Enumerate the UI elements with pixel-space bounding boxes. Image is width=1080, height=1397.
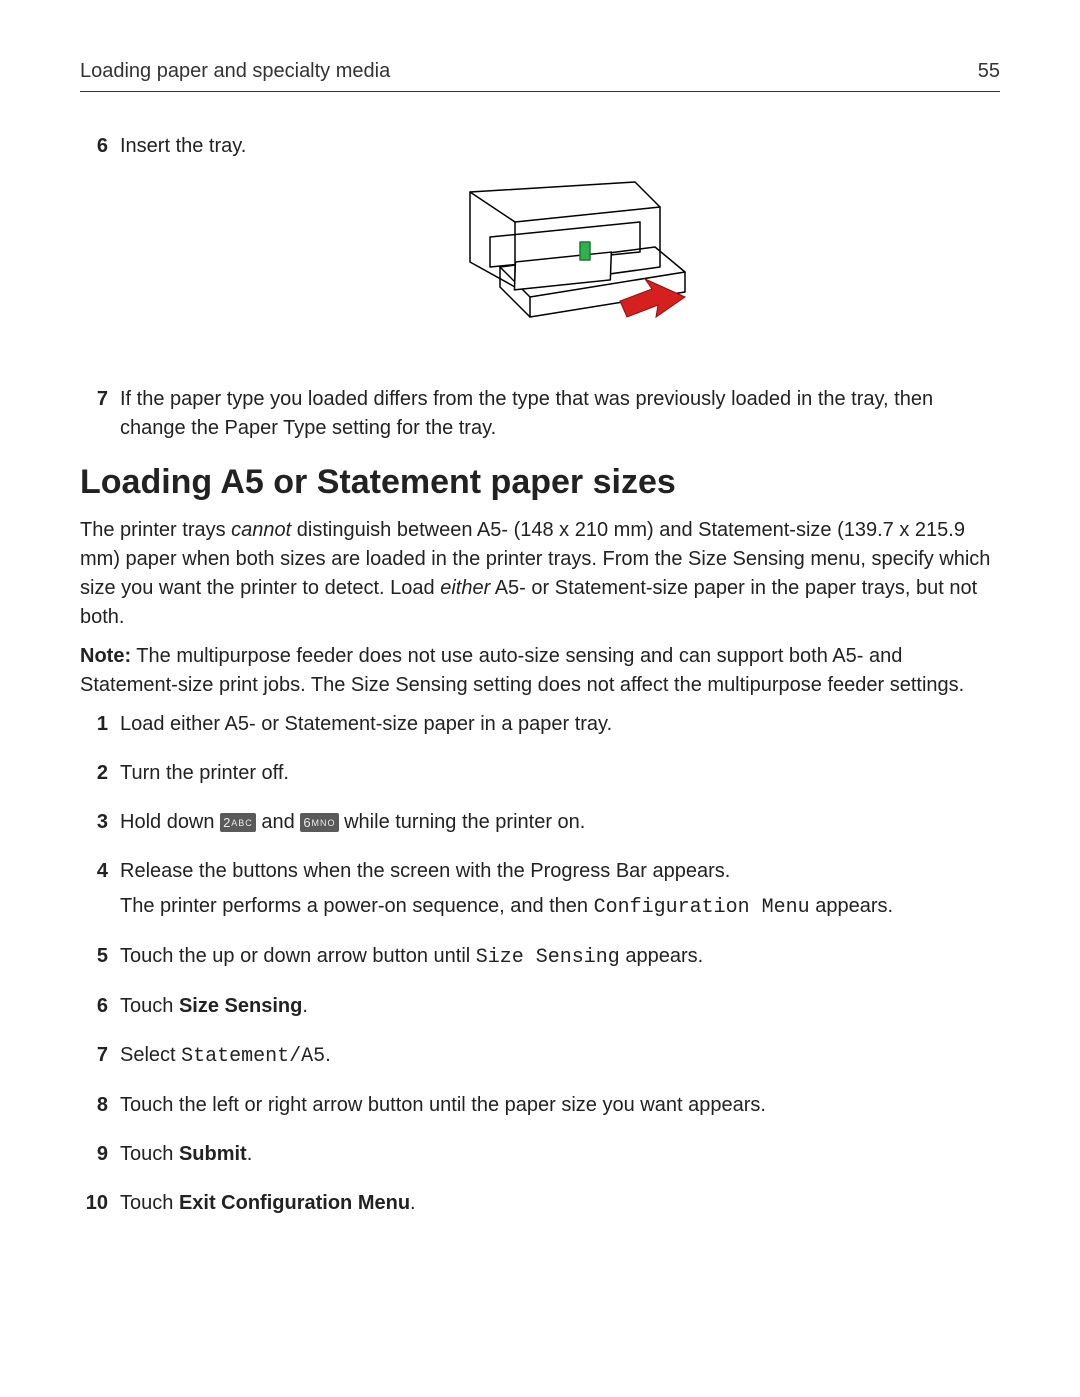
proc-step-2: 2 Turn the printer off.	[80, 759, 1000, 788]
step-7-change-paper-type: 7 If the paper type you loaded differs f…	[80, 385, 1000, 443]
step-number: 6	[80, 992, 108, 1021]
proc-step-4: 4 Release the buttons when the screen wi…	[80, 857, 1000, 922]
menu-name: Size Sensing	[476, 946, 620, 969]
continued-steps: 6 Insert the tray.	[80, 132, 1000, 443]
step-text: Insert the tray.	[120, 135, 246, 157]
proc-step-7: 7 Select Statement/A5.	[80, 1041, 1000, 1071]
step-text: Turn the printer off.	[120, 762, 289, 784]
step-subtext: The printer performs a power‑on sequence…	[120, 892, 1000, 922]
running-header: Loading paper and specialty media 55	[80, 60, 1000, 92]
running-header-title: Loading paper and specialty media	[80, 60, 390, 83]
step-6-insert-tray: 6 Insert the tray.	[80, 132, 1000, 365]
procedure-steps: 1 Load either A5‑ or Statement‑size pape…	[80, 710, 1000, 1218]
step-text: Load either A5‑ or Statement‑size paper …	[120, 713, 612, 735]
step-number: 10	[80, 1189, 108, 1218]
proc-step-6: 6 Touch Size Sensing.	[80, 992, 1000, 1021]
keypad-button-2: 2ABC	[220, 813, 256, 832]
page: Loading paper and specialty media 55 6 I…	[0, 0, 1080, 1397]
step-number: 7	[80, 1041, 108, 1071]
step-number: 7	[80, 385, 108, 443]
page-number: 55	[978, 60, 1000, 83]
proc-step-5: 5 Touch the up or down arrow button unti…	[80, 942, 1000, 972]
proc-step-3: 3 Hold down 2ABC and 6MNO while turning …	[80, 808, 1000, 837]
menu-name: Configuration Menu	[594, 896, 810, 919]
step-number: 1	[80, 710, 108, 739]
printer-tray-illustration	[430, 167, 690, 357]
step-number: 4	[80, 857, 108, 922]
menu-option: Statement/A5	[181, 1045, 325, 1068]
step-body: If the paper type you loaded differs fro…	[120, 385, 1000, 443]
note-label: Note:	[80, 645, 131, 667]
step-number: 2	[80, 759, 108, 788]
step-number: 5	[80, 942, 108, 972]
ui-label: Submit	[179, 1143, 247, 1165]
section-intro-paragraph: The printer trays cannot distinguish bet…	[80, 516, 1000, 632]
step-number: 3	[80, 808, 108, 837]
proc-step-10: 10 Touch Exit Configuration Menu.	[80, 1189, 1000, 1218]
step-text: If the paper type you loaded differs fro…	[120, 388, 933, 439]
section-heading: Loading A5 or Statement paper sizes	[80, 463, 1000, 502]
step-number: 6	[80, 132, 108, 365]
proc-step-8: 8 Touch the left or right arrow button u…	[80, 1091, 1000, 1120]
ui-label: Exit Configuration Menu	[179, 1192, 410, 1214]
step-body: Insert the tray.	[120, 132, 1000, 365]
keypad-button-6: 6MNO	[300, 813, 338, 832]
step-number: 8	[80, 1091, 108, 1120]
proc-step-9: 9 Touch Submit.	[80, 1140, 1000, 1169]
section-note-paragraph: Note: The multipurpose feeder does not u…	[80, 642, 1000, 700]
step-text: Touch the left or right arrow button unt…	[120, 1094, 766, 1116]
proc-step-1: 1 Load either A5‑ or Statement‑size pape…	[80, 710, 1000, 739]
ui-label: Size Sensing	[179, 995, 302, 1017]
step-number: 9	[80, 1140, 108, 1169]
step-text: Release the buttons when the screen with…	[120, 860, 730, 882]
